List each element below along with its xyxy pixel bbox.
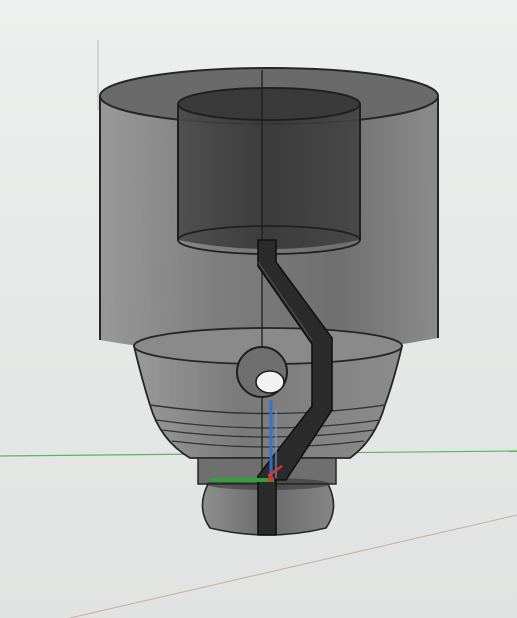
model-canvas[interactable] bbox=[0, 0, 517, 618]
inner-reservoir[interactable] bbox=[177, 87, 361, 255]
3d-viewport[interactable] bbox=[0, 0, 517, 618]
ball-valve[interactable] bbox=[236, 346, 288, 398]
